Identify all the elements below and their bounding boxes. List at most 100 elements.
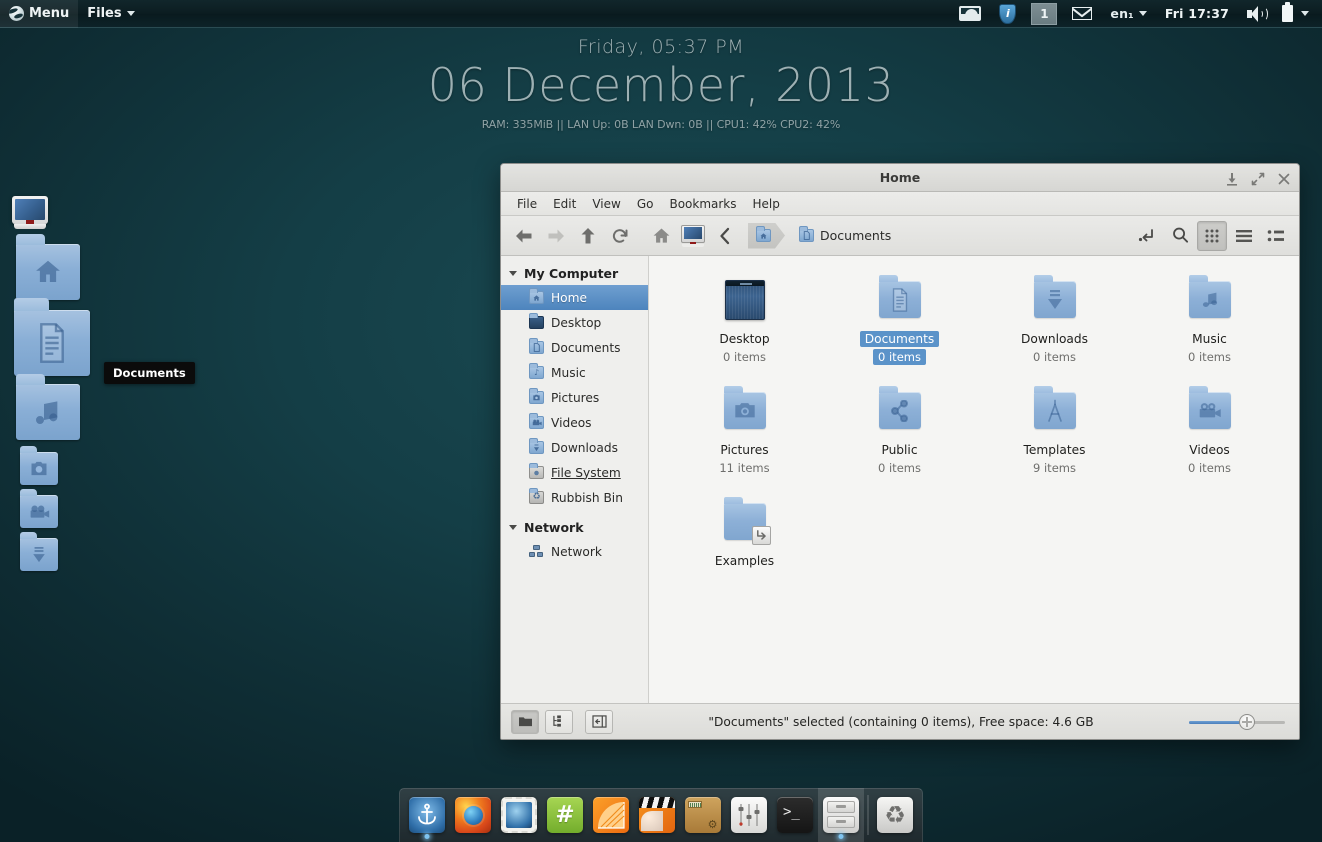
dock-item-video-player[interactable] — [634, 788, 680, 842]
chevron-down-icon — [126, 11, 135, 16]
file-item-label: Downloads — [1021, 332, 1088, 346]
sidebar-item-rubbish-bin[interactable]: ♻ Rubbish Bin — [501, 485, 648, 510]
menu-bookmarks[interactable]: Bookmarks — [661, 192, 744, 216]
menu-help[interactable]: Help — [745, 192, 788, 216]
sidebar-item-pictures[interactable]: Pictures — [501, 385, 648, 410]
dock-item-mixer[interactable] — [726, 788, 772, 842]
up-button[interactable] — [573, 221, 603, 251]
zoom-slider-handle[interactable] — [1238, 713, 1255, 730]
workspace-switcher[interactable]: 1 — [1031, 2, 1058, 25]
sidebar-item-documents[interactable]: Documents — [501, 335, 648, 360]
tray-wallpaper-button[interactable] — [950, 0, 990, 28]
file-item-count: 0 items — [1188, 350, 1231, 364]
sidebar-item-network[interactable]: Network — [501, 539, 648, 564]
dock-item-package-manager[interactable]: ⚙ — [680, 788, 726, 842]
minimize-icon[interactable] — [1225, 171, 1239, 186]
drive-icon — [529, 463, 544, 479]
clock-label: Fri 17:37 — [1164, 6, 1229, 21]
window-controls — [1225, 164, 1291, 192]
sidebar-item-music[interactable]: ♪ Music — [501, 360, 648, 385]
close-icon[interactable] — [1277, 171, 1291, 185]
back-button[interactable] — [509, 221, 539, 251]
file-item-pictures[interactable]: Pictures 11 items — [667, 381, 822, 476]
sidebar-item-file-system[interactable]: File System — [501, 460, 648, 485]
dock-item-chat[interactable]: # — [542, 788, 588, 842]
file-item-label: Public — [881, 443, 918, 457]
reload-button[interactable] — [605, 221, 635, 251]
music-folder-icon: ♪ — [529, 363, 544, 379]
file-item-desktop[interactable]: Desktop 0 items — [667, 270, 822, 365]
file-item-public[interactable]: Public 0 items — [822, 381, 977, 476]
maximize-icon[interactable] — [1251, 171, 1265, 186]
sidebar-group-my-computer[interactable]: My Computer — [501, 262, 648, 285]
window-button-files[interactable]: Files — [78, 0, 143, 28]
menu-go[interactable]: Go — [629, 192, 662, 216]
dock-item-terminal[interactable]: >_ — [772, 788, 818, 842]
tray-expander-button[interactable] — [1299, 0, 1315, 28]
view-icons-button[interactable] — [1197, 220, 1227, 251]
keyboard-layout-button[interactable]: en₁ — [1101, 0, 1155, 28]
shortcuts-view-button[interactable] — [511, 709, 539, 734]
desktop-icon-music[interactable] — [16, 373, 80, 440]
public-share-folder-icon — [873, 386, 927, 435]
desktop-icon-videos[interactable] — [20, 489, 58, 528]
breadcrumb-item-documents[interactable]: Documents — [791, 223, 899, 249]
dock-item-anchor[interactable] — [404, 788, 450, 842]
desktop-icon-downloads[interactable] — [20, 532, 58, 571]
volume-button[interactable] — [1238, 0, 1276, 28]
clock-button[interactable]: Fri 17:37 — [1156, 0, 1238, 28]
tray-updates-button[interactable]: i — [990, 0, 1025, 28]
file-item-music[interactable]: Music 0 items — [1132, 270, 1287, 365]
window-titlebar[interactable]: Home — [501, 164, 1299, 192]
desktop-icon-pictures[interactable] — [20, 446, 58, 485]
tree-view-button[interactable] — [545, 709, 573, 734]
sidebar-item-home[interactable]: Home — [501, 285, 648, 310]
home-button[interactable] — [646, 221, 676, 251]
sidebar-item-label: Downloads — [551, 440, 618, 455]
battery-button[interactable] — [1276, 0, 1299, 28]
desktop-icon-home[interactable] — [16, 233, 80, 300]
sidebar-group-network[interactable]: Network — [501, 516, 648, 539]
clapperboard-icon — [639, 797, 675, 833]
dock-item-mail[interactable] — [496, 788, 542, 842]
desktop-conky-widget: Friday, 05:37 PM 06 December, 2013 RAM: … — [0, 36, 1322, 131]
breadcrumb-item-home[interactable] — [748, 223, 785, 249]
symlink-folder-icon — [718, 497, 772, 546]
view-compact-button[interactable] — [1261, 221, 1291, 251]
pictures-folder-icon — [20, 446, 58, 485]
menu-button[interactable]: Menu — [0, 0, 79, 28]
sidebar-item-desktop[interactable]: Desktop — [501, 310, 648, 335]
desktop-icon-computer[interactable] — [12, 196, 48, 230]
search-button[interactable] — [1165, 221, 1195, 251]
sidebar-item-label: Home — [551, 290, 587, 305]
menu-view[interactable]: View — [584, 192, 628, 216]
sidebar: My Computer Home Desktop Documents ♪ Mus… — [501, 256, 649, 703]
dock-item-rubbish-bin[interactable]: ♻ — [872, 788, 918, 842]
forward-button[interactable] — [541, 221, 571, 251]
file-item-downloads[interactable]: Downloads 0 items — [977, 270, 1132, 365]
menu-file[interactable]: File — [509, 192, 545, 216]
conky-time: Friday, 05:37 PM — [577, 36, 745, 58]
view-list-button[interactable] — [1229, 221, 1259, 251]
dock-item-file-manager[interactable] — [818, 788, 864, 842]
file-item-examples[interactable]: Examples — [667, 492, 822, 573]
computer-button[interactable] — [678, 221, 708, 251]
file-item-label: Videos — [1189, 443, 1230, 457]
file-list-view[interactable]: Desktop 0 items Documents 0 items Downlo… — [649, 256, 1299, 703]
downloads-folder-icon — [529, 438, 544, 454]
desktop-icon-documents[interactable] — [14, 298, 90, 376]
dock-item-music-player[interactable] — [588, 788, 634, 842]
dock-item-firefox[interactable] — [450, 788, 496, 842]
file-item-videos[interactable]: Videos 0 items — [1132, 381, 1287, 476]
zoom-slider[interactable] — [1189, 712, 1285, 732]
side-pane-toggle-button[interactable] — [585, 709, 613, 734]
menu-edit[interactable]: Edit — [545, 192, 584, 216]
sidebar-item-downloads[interactable]: Downloads — [501, 435, 648, 460]
tray-mail-button[interactable] — [1063, 0, 1101, 28]
file-item-templates[interactable]: Templates 9 items — [977, 381, 1132, 476]
previous-pane-button[interactable] — [710, 221, 740, 251]
sidebar-item-videos[interactable]: Videos — [501, 410, 648, 435]
path-entry-button[interactable] — [1133, 221, 1163, 251]
downloads-folder-icon — [20, 532, 58, 571]
file-item-documents[interactable]: Documents 0 items — [822, 270, 977, 365]
